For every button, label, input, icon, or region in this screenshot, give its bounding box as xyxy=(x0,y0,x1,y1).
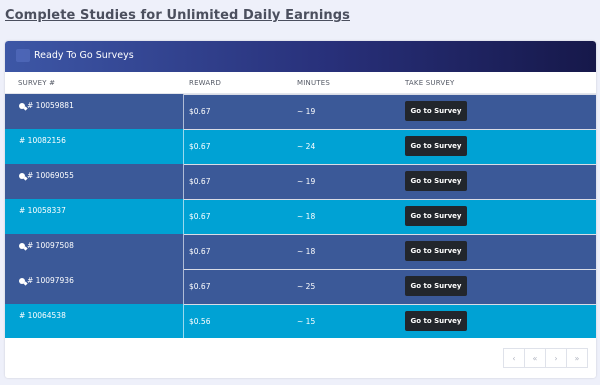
survey-id: # 10059881 xyxy=(19,101,74,110)
table-footer: ‹ « › » xyxy=(5,338,596,378)
go-to-survey-button[interactable]: Go to Survey xyxy=(405,241,467,261)
survey-id-cell: # 10097508 xyxy=(5,234,184,269)
minutes-value: ~ 18 xyxy=(297,247,316,256)
survey-id: # 10064538 xyxy=(19,311,66,320)
survey-id-cell: # 10082156 xyxy=(5,129,184,164)
survey-id-label: # 10058337 xyxy=(19,206,66,215)
survey-id-label: # 10082156 xyxy=(19,136,66,145)
column-header-survey: SURVEY # xyxy=(18,79,56,87)
survey-id: # 10082156 xyxy=(19,136,66,145)
survey-id: # 10058337 xyxy=(19,206,66,215)
minutes-value: ~ 19 xyxy=(297,177,316,186)
table-header: SURVEY # REWARD MINUTES TAKE SURVEY xyxy=(5,72,596,94)
survey-id: # 10097936 xyxy=(19,276,74,285)
table-row: # 10058337 $0.67 ~ 18 Go to Survey xyxy=(5,199,596,234)
go-to-survey-button[interactable]: Go to Survey xyxy=(405,206,467,226)
reward-value: $0.67 xyxy=(189,282,211,291)
survey-id-cell: # 10059881 xyxy=(5,94,184,129)
reward-value: $0.67 xyxy=(189,107,211,116)
table-row: # 10082156 $0.67 ~ 24 Go to Survey xyxy=(5,129,596,164)
survey-id-cell: # 10064538 xyxy=(5,304,184,339)
pagination: ‹ « › » xyxy=(503,348,588,368)
column-header-take-survey: TAKE SURVEY xyxy=(405,79,455,87)
surveys-panel: Ready To Go Surveys SURVEY # REWARD MINU… xyxy=(5,41,596,378)
reward-value: $0.67 xyxy=(189,212,211,221)
go-to-survey-button[interactable]: Go to Survey xyxy=(405,101,467,121)
survey-id-cell: # 10097936 xyxy=(5,269,184,304)
minutes-value: ~ 15 xyxy=(297,317,316,326)
column-header-reward: REWARD xyxy=(189,79,222,87)
table-row: # 10069055 $0.67 ~ 19 Go to Survey xyxy=(5,164,596,199)
reward-value: $0.67 xyxy=(189,177,211,186)
panel-header: Ready To Go Surveys xyxy=(5,41,596,72)
survey-id-label: # 10069055 xyxy=(27,171,74,180)
survey-table-body: # 10059881 $0.67 ~ 19 Go to Survey # 1008215… xyxy=(5,94,596,339)
survey-id: # 10097508 xyxy=(19,241,74,250)
reward-value: $0.56 xyxy=(189,317,211,326)
tag-icon xyxy=(19,102,25,109)
survey-id: # 10069055 xyxy=(19,171,74,180)
minutes-value: ~ 19 xyxy=(297,107,316,116)
previous-page-button[interactable]: « xyxy=(524,348,546,368)
survey-id-cell: # 10058337 xyxy=(5,199,184,234)
table-row: # 10097936 $0.67 ~ 25 Go to Survey xyxy=(5,269,596,304)
table-row: # 10059881 $0.67 ~ 19 Go to Survey xyxy=(5,94,596,129)
go-to-survey-button[interactable]: Go to Survey xyxy=(405,311,467,331)
table-row: # 10064538 $0.56 ~ 15 Go to Survey xyxy=(5,304,596,339)
survey-id-label: # 10064538 xyxy=(19,311,66,320)
survey-id-label: # 10059881 xyxy=(27,101,74,110)
go-to-survey-button[interactable]: Go to Survey xyxy=(405,136,467,156)
minutes-value: ~ 18 xyxy=(297,212,316,221)
page-title: Complete Studies for Unlimited Daily Ear… xyxy=(5,8,350,23)
column-header-minutes: MINUTES xyxy=(297,79,331,87)
minutes-value: ~ 24 xyxy=(297,142,316,151)
tag-icon xyxy=(19,242,25,249)
panel-title: Ready To Go Surveys xyxy=(34,50,134,61)
reward-value: $0.67 xyxy=(189,142,211,151)
go-to-survey-button[interactable]: Go to Survey xyxy=(405,276,467,296)
survey-id-label: # 10097936 xyxy=(27,276,74,285)
last-page-button[interactable]: » xyxy=(566,348,588,368)
survey-id-label: # 10097508 xyxy=(27,241,74,250)
reward-value: $0.67 xyxy=(189,247,211,256)
next-page-button[interactable]: › xyxy=(545,348,567,368)
minutes-value: ~ 25 xyxy=(297,282,316,291)
tag-icon xyxy=(19,172,25,179)
list-icon xyxy=(16,49,30,62)
survey-id-cell: # 10069055 xyxy=(5,164,184,199)
table-row: # 10097508 $0.67 ~ 18 Go to Survey xyxy=(5,234,596,269)
tag-icon xyxy=(19,277,25,284)
go-to-survey-button[interactable]: Go to Survey xyxy=(405,171,467,191)
first-page-button[interactable]: ‹ xyxy=(503,348,525,368)
